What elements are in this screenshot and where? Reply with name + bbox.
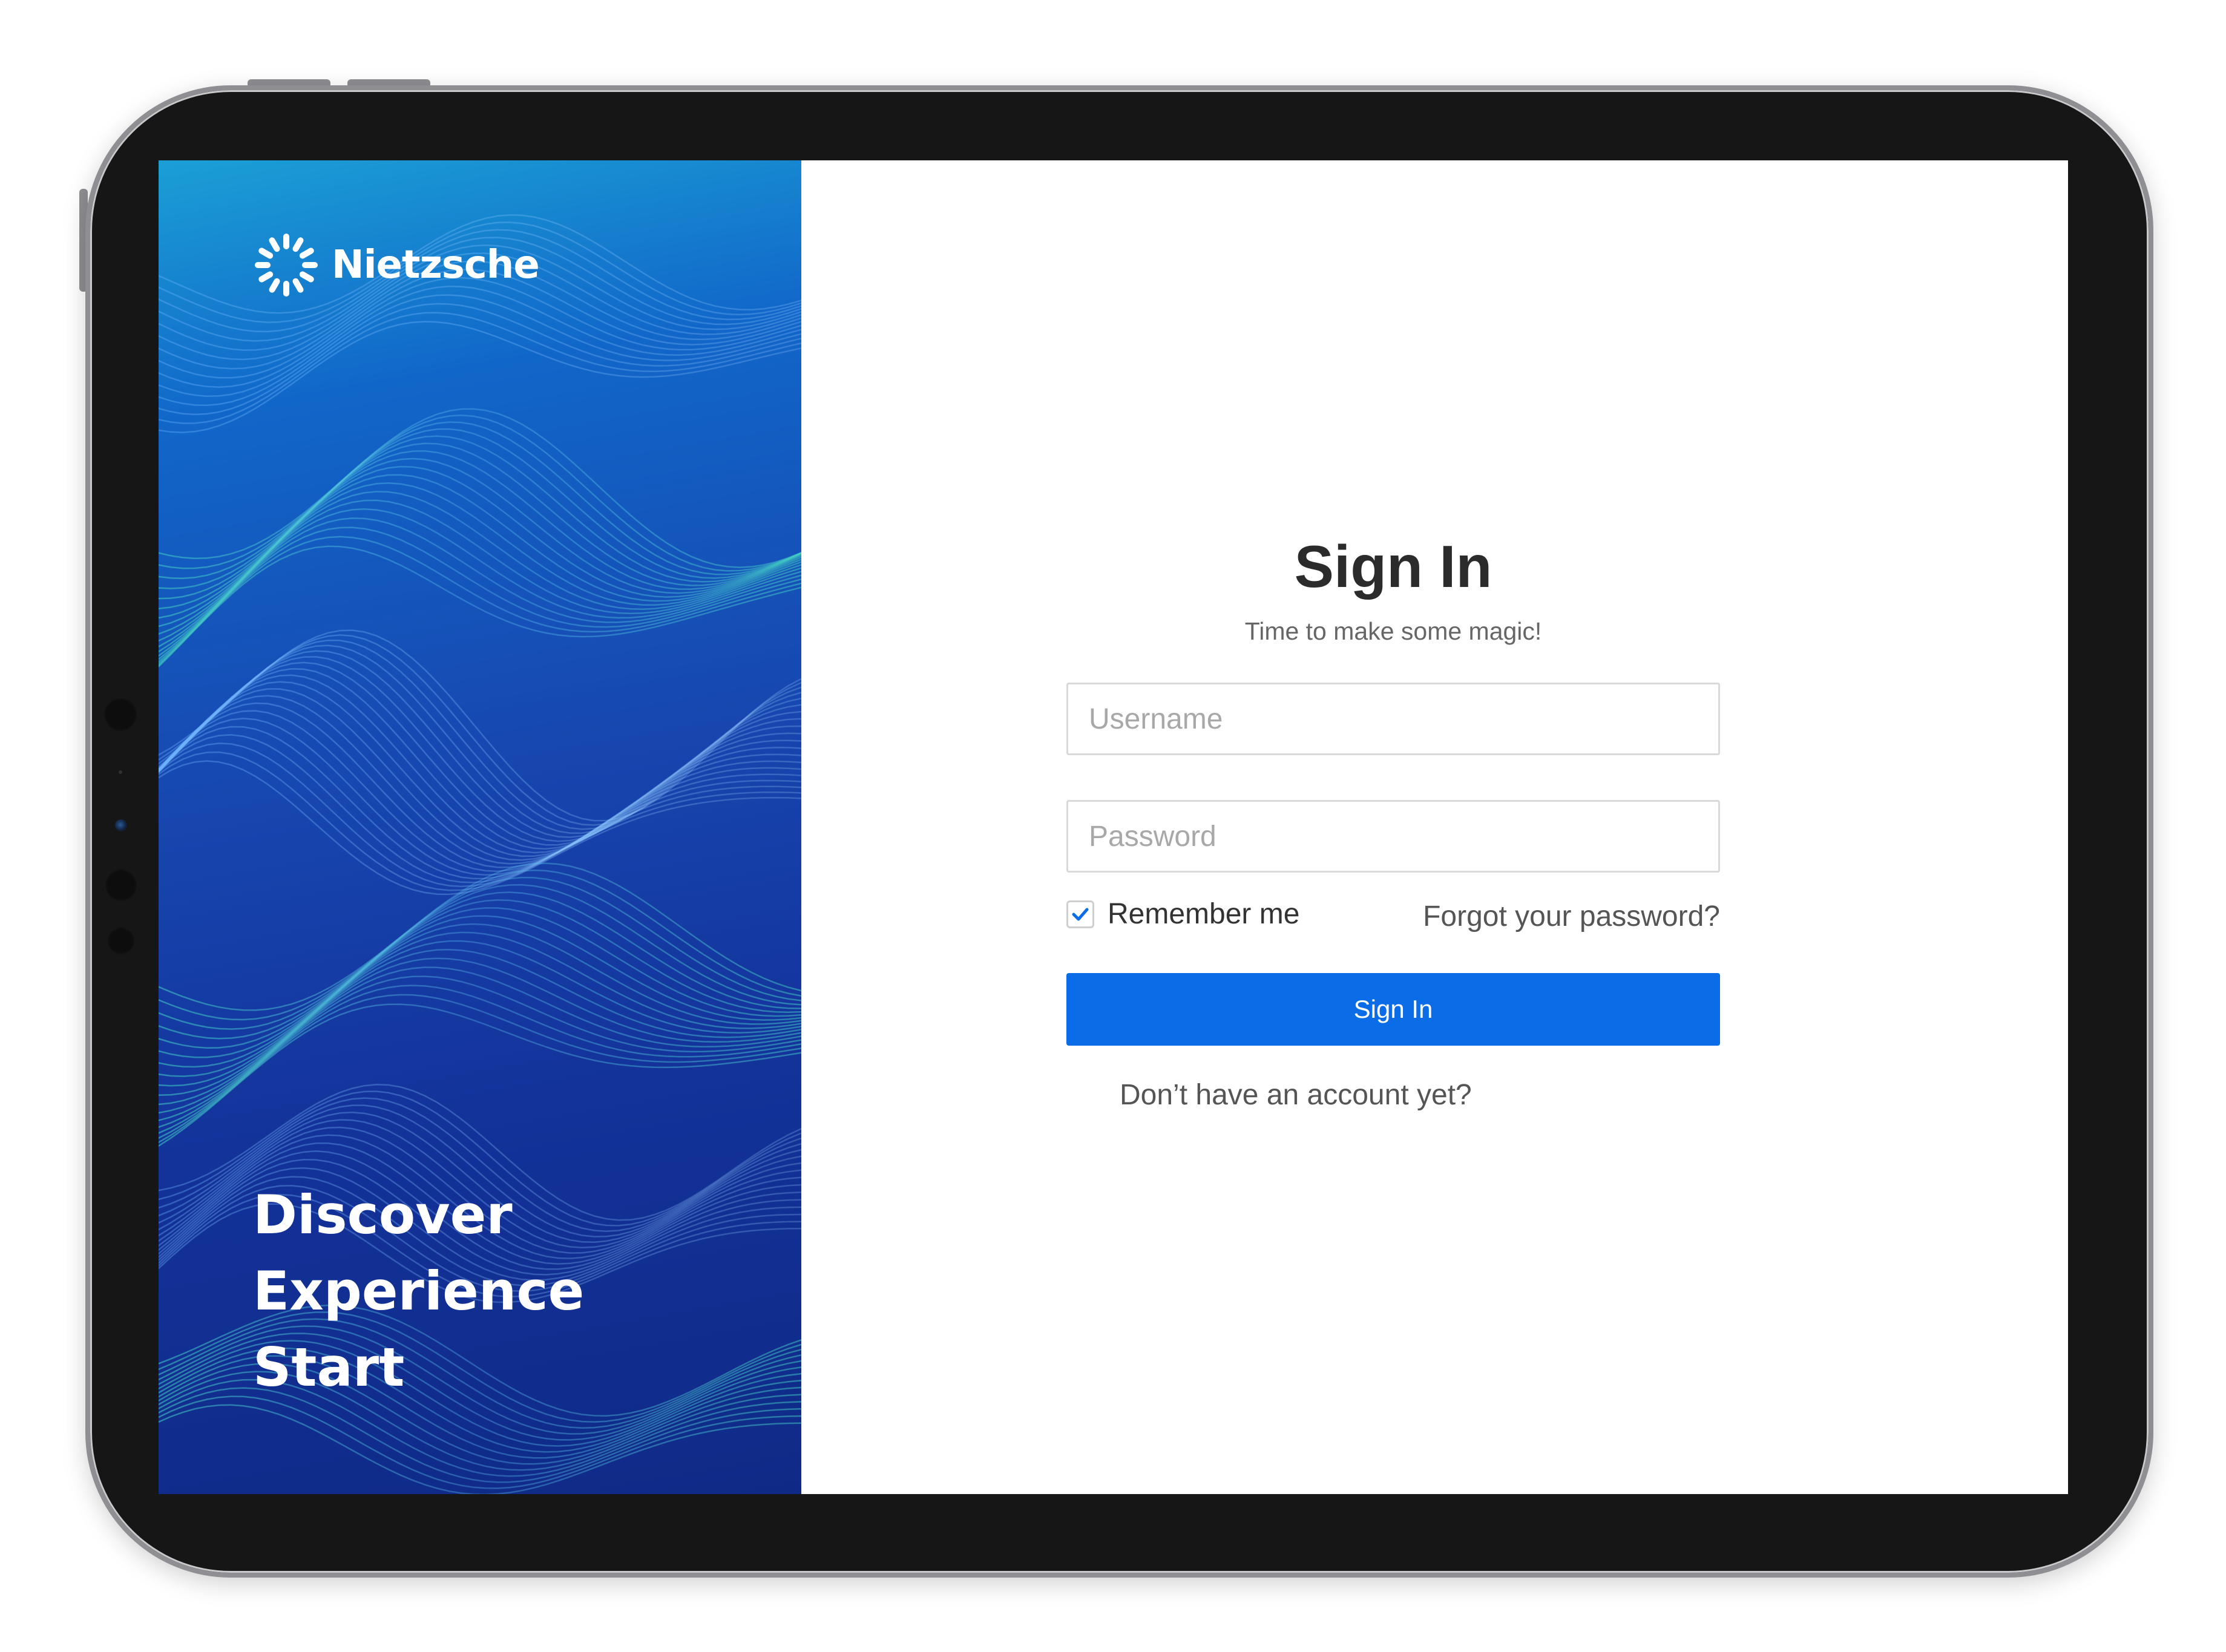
sunburst-icon: [253, 232, 320, 298]
tagline-line: Discover: [253, 1184, 513, 1246]
password-input[interactable]: [1066, 800, 1720, 873]
front-sensor: [104, 698, 137, 731]
brand-logo: Nietzsche: [253, 232, 540, 298]
screen: Nietzsche Discover Experience Start Sign…: [159, 160, 2068, 1494]
remember-me-checkbox[interactable]: Remember me: [1066, 897, 1299, 931]
page-subtitle: Time to make some magic!: [1244, 617, 1542, 645]
tagline-line: Start: [253, 1336, 405, 1398]
front-sensor: [108, 928, 134, 954]
sign-in-button[interactable]: Sign In: [1066, 973, 1720, 1046]
remember-me-label: Remember me: [1108, 898, 1300, 930]
hero-tagline: Discover Experience Start: [253, 1177, 584, 1406]
sign-up-link[interactable]: Don’t have an account yet?: [1120, 1078, 1472, 1112]
forgot-password-link[interactable]: Forgot your password?: [1423, 900, 1720, 933]
front-sensor: [105, 870, 137, 901]
tagline-line: Experience: [253, 1260, 585, 1322]
username-input[interactable]: [1066, 683, 1720, 755]
brand-name: Nietzsche: [332, 243, 540, 287]
hero-panel: Nietzsche Discover Experience Start: [159, 160, 801, 1494]
checkbox-box[interactable]: [1066, 900, 1094, 928]
checkmark-icon: [1072, 908, 1089, 920]
front-camera: [115, 819, 127, 831]
ambient-sensor: [119, 770, 122, 774]
page-title: Sign In: [1294, 533, 1492, 600]
